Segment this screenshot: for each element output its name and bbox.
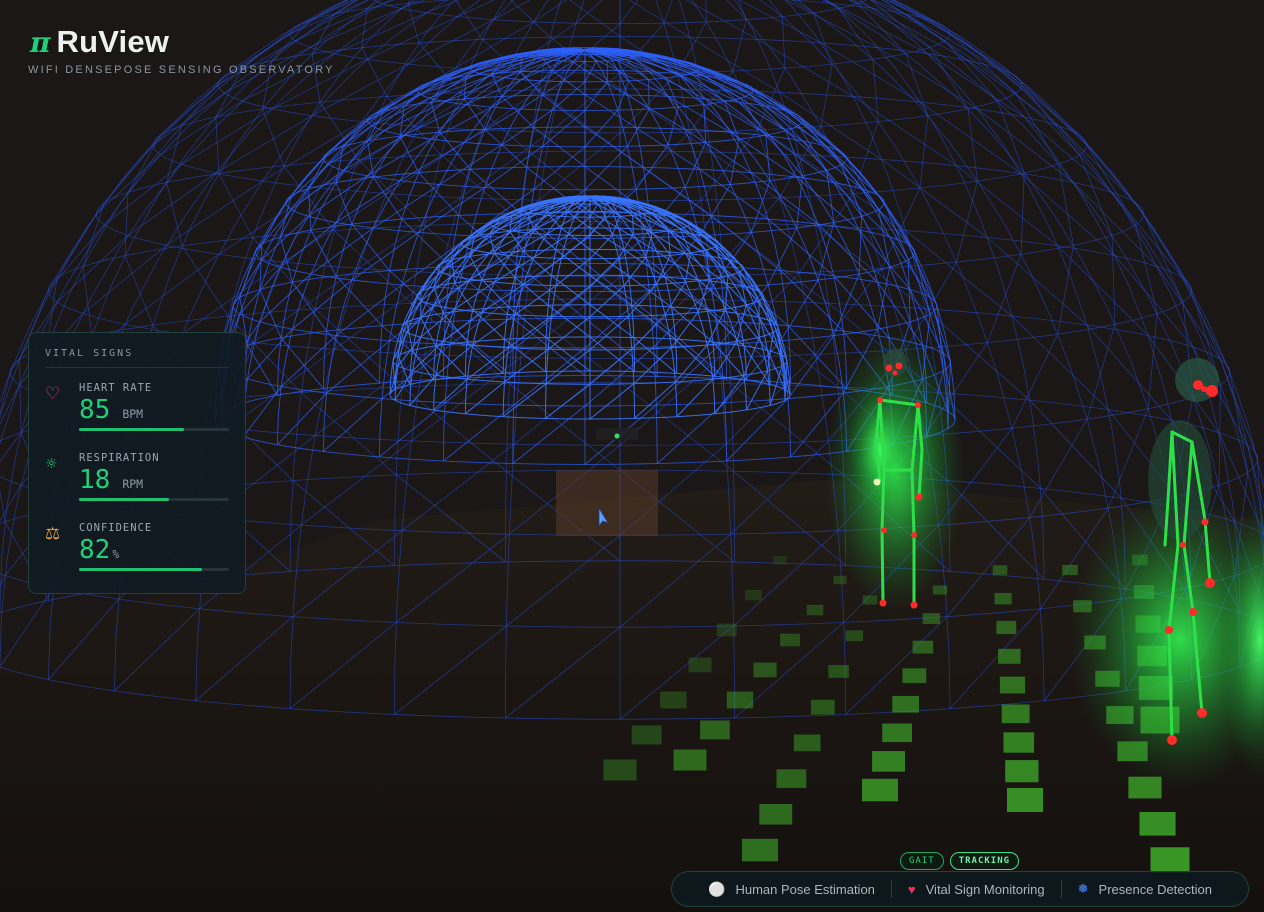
confidence-bar	[79, 568, 229, 571]
tracking-badge[interactable]: TRACKING	[949, 852, 1020, 870]
respiration-unit: RPM	[122, 477, 144, 491]
confidence-row: ⚖ CONFIDENCE 82 %	[45, 522, 229, 578]
vital-signs-title: VITAL SIGNS	[45, 348, 229, 368]
pose-icon: ⚪	[708, 880, 726, 897]
vital-signs-panel: VITAL SIGNS ♡ HEART RATE 85 BPM ☼ RESPIR…	[28, 332, 246, 594]
respiration-row: ☼ RESPIRATION 18 RPM	[45, 452, 229, 508]
scale-icon: ⚖	[45, 524, 61, 544]
feature-vital-label: Vital Sign Monitoring	[925, 881, 1045, 897]
confidence-label: CONFIDENCE	[79, 522, 153, 534]
presence-icon: ❅	[1077, 881, 1089, 896]
feature-bar: ⚪ Human Pose Estimation ♥ Vital Sign Mon…	[671, 871, 1249, 907]
respiration-label: RESPIRATION	[79, 452, 160, 464]
heart-rate-bar	[79, 428, 229, 431]
feature-pose-label: Human Pose Estimation	[735, 881, 875, 897]
heart-rate-unit: BPM	[122, 407, 144, 421]
respiration-icon: ☼	[45, 456, 58, 472]
heart-icon: ♡	[45, 384, 61, 404]
heart-rate-value: 85	[79, 395, 111, 425]
confidence-value: 82	[79, 535, 111, 565]
status-badges: GAIT TRACKING	[900, 852, 1020, 870]
gait-badge[interactable]: GAIT	[900, 852, 944, 870]
respiration-bar	[79, 498, 229, 501]
heart-rate-label: HEART RATE	[79, 382, 153, 394]
app-subtitle: WIFI DENSEPOSE SENSING OBSERVATORY	[28, 64, 335, 76]
pi-logo-icon: π	[30, 26, 51, 59]
confidence-unit: %	[112, 547, 120, 561]
feature-presence-label: Presence Detection	[1098, 881, 1212, 897]
feature-presence-detection[interactable]: ❅ Presence Detection	[1062, 881, 1228, 897]
heart-icon: ♥	[907, 881, 916, 897]
feature-pose-estimation[interactable]: ⚪ Human Pose Estimation	[692, 881, 891, 898]
brand-header: π RuView WIFI DENSEPOSE SENSING OBSERVAT…	[28, 24, 335, 76]
person-1-skeleton	[825, 330, 965, 610]
app-title: RuView	[56, 24, 170, 59]
respiration-value: 18	[79, 465, 111, 495]
feature-vital-monitoring[interactable]: ♥ Vital Sign Monitoring	[892, 882, 1061, 897]
heart-rate-row: ♡ HEART RATE 85 BPM	[45, 382, 229, 438]
